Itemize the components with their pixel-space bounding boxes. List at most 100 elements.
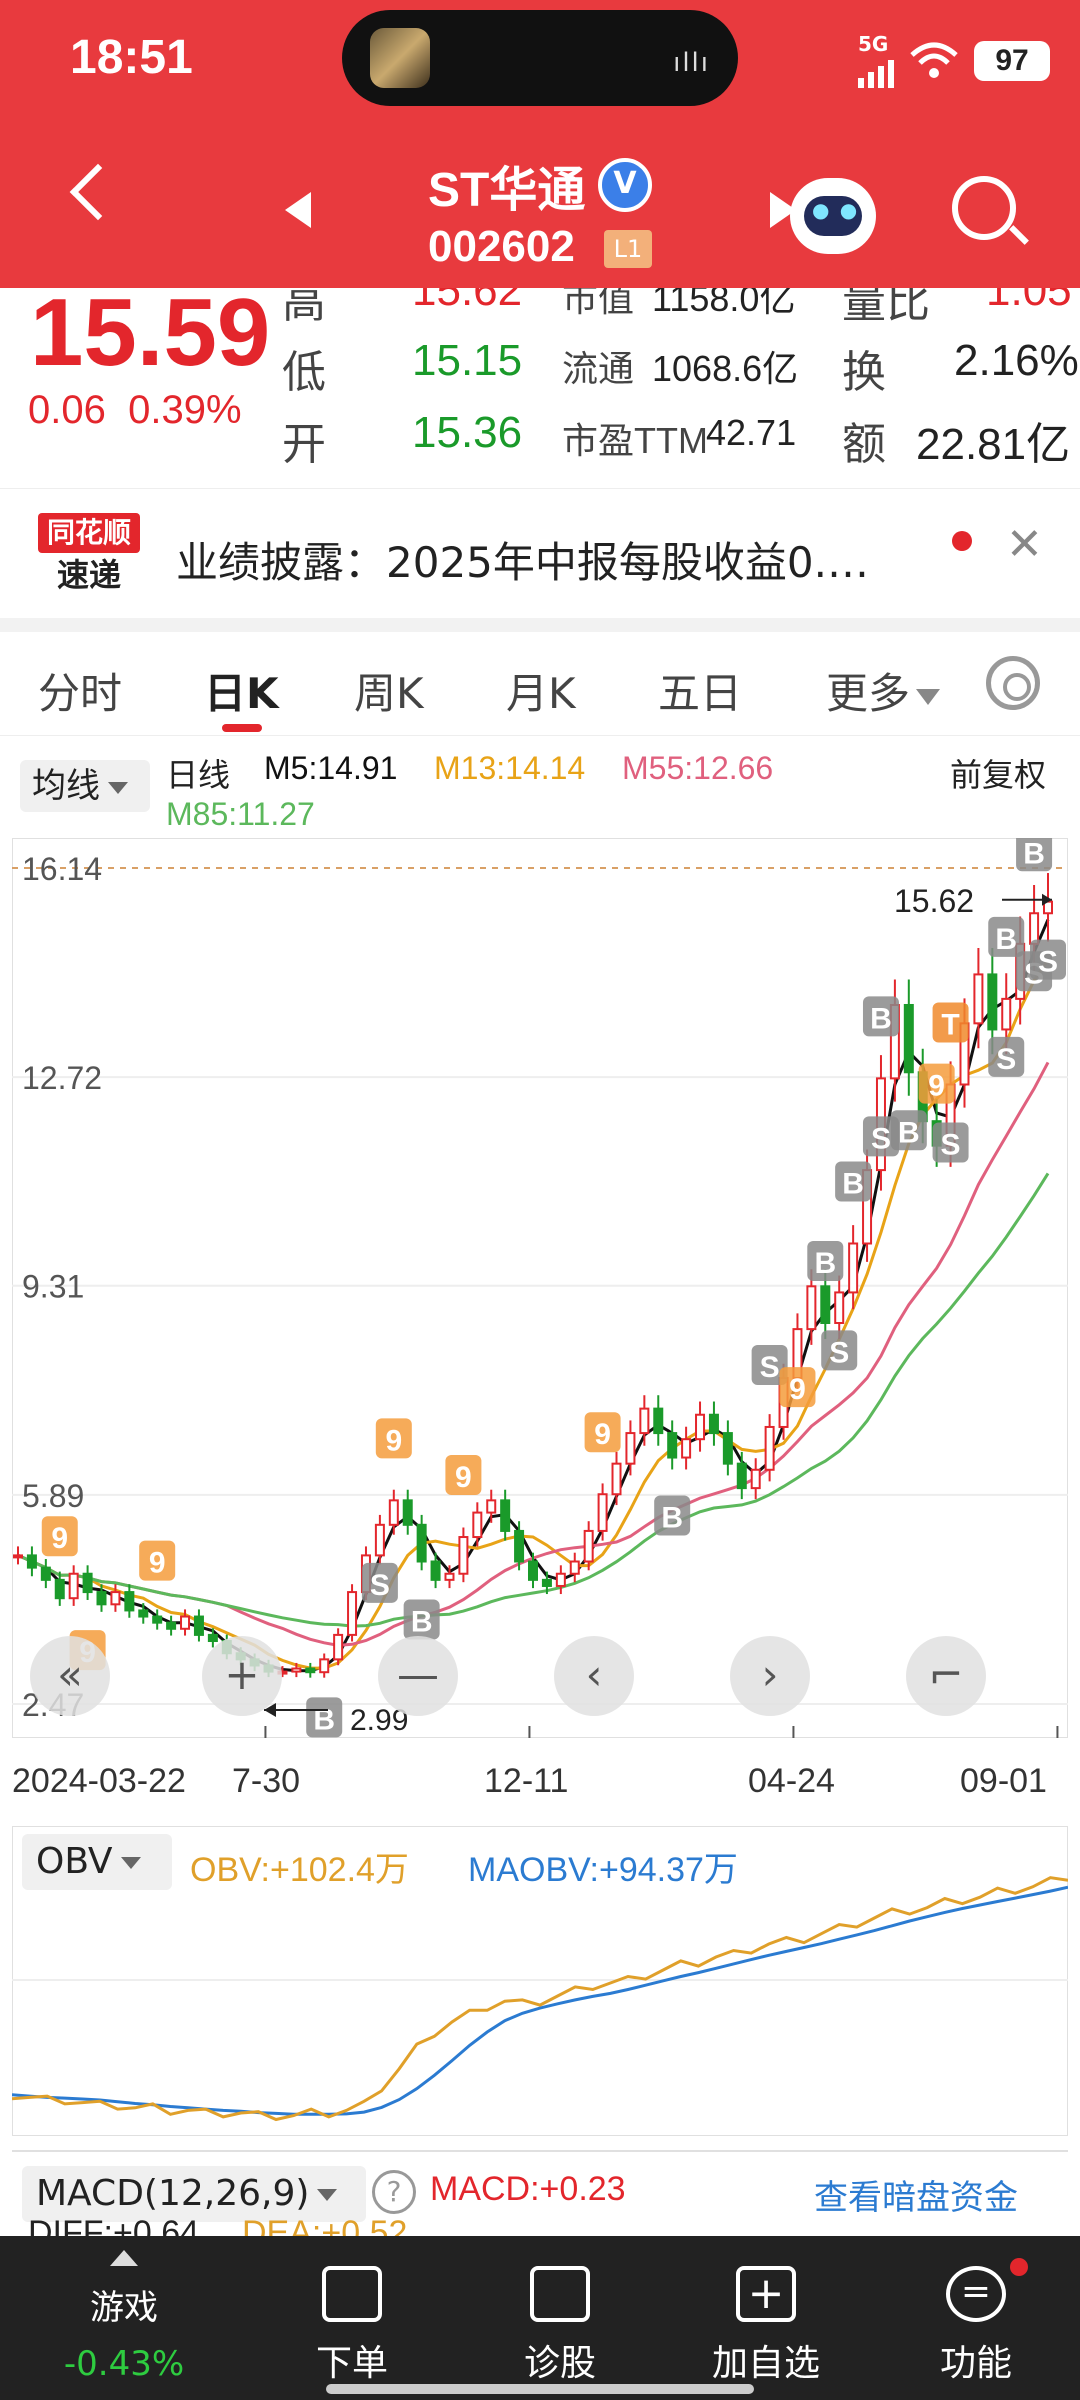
vol-ratio-label: 量比 (842, 288, 930, 327)
back-icon[interactable] (69, 163, 127, 221)
verified-icon[interactable]: V (598, 158, 652, 212)
signal-text: 9 (594, 1418, 611, 1451)
nav-add-watchlist[interactable]: + 加自选 (676, 2236, 856, 2400)
current-price: 15.59 (30, 288, 271, 386)
candle-body (13, 1554, 23, 1559)
candle-body (681, 1438, 692, 1459)
float-value: 1068.6亿 (652, 348, 799, 389)
candle-body (695, 1413, 706, 1441)
adjust-mode[interactable]: 前复权 (950, 750, 1046, 796)
chevron-right-icon[interactable]: › (730, 1636, 810, 1716)
candle-body (708, 1413, 719, 1435)
nav-diagnose[interactable]: 诊股 (470, 2236, 650, 2400)
zoom-out-icon[interactable]: — (378, 1636, 458, 1716)
candle-body (528, 1560, 538, 1581)
prev-stock-icon[interactable] (285, 192, 311, 228)
signal-text: S (941, 1128, 961, 1161)
search-icon[interactable] (952, 176, 1016, 240)
unread-dot (952, 531, 972, 551)
dark-pool-link[interactable]: 查看暗盘资金 (814, 2170, 1018, 2219)
candlestick-chart[interactable]: 999S9B9B9BS9BSBSBB9STSBSBS 16.1412.729.3… (12, 838, 1068, 1738)
news-ticker[interactable]: 同花顺 速递 业绩披露：2025年中报每股收益0.… ✕ (0, 488, 1080, 618)
tab-daily-k[interactable]: 日K (204, 660, 279, 721)
ths-express-logo: 同花顺 速递 (38, 513, 140, 595)
close-icon[interactable]: ✕ (1006, 519, 1043, 570)
nav-order[interactable]: 下单 (262, 2236, 442, 2400)
y-tick: 9.31 (22, 1269, 84, 1305)
candle-body (848, 1242, 859, 1294)
candle-body (374, 1523, 385, 1557)
home-indicator[interactable] (326, 2384, 754, 2394)
indicator-selector-ma[interactable]: 均线 (20, 760, 150, 812)
tab-more[interactable]: 更多 (826, 660, 941, 721)
tab-weekly-k[interactable]: 周K (354, 660, 424, 721)
help-icon[interactable]: ? (372, 2170, 416, 2214)
nav-functions[interactable]: = 功能 (886, 2236, 1066, 2400)
vol-ratio-value: 1.05 (986, 288, 1072, 315)
candle-body (54, 1578, 65, 1600)
candle-body (110, 1591, 121, 1606)
candle-body (291, 1667, 302, 1673)
audio-wave-icon: ıllı (673, 48, 710, 78)
candle-body (166, 1621, 177, 1630)
candle-body (750, 1468, 761, 1490)
candle-body (333, 1633, 344, 1661)
candle-body (124, 1591, 135, 1612)
zoom-in-icon[interactable]: + (202, 1636, 282, 1716)
signal-text: 9 (149, 1547, 166, 1580)
tab-monthly-k[interactable]: 月K (506, 660, 576, 721)
game-pct: -0.43% (63, 2344, 185, 2384)
fullscreen-icon[interactable]: ⌐ (906, 1636, 986, 1716)
low-label: 低 (282, 348, 326, 397)
pe-label: 市盈TTM (562, 420, 708, 461)
game-app-icon[interactable] (370, 28, 430, 88)
status-time: 18:51 (70, 31, 193, 84)
candle-body (138, 1609, 149, 1618)
robot-assistant-icon[interactable] (790, 178, 876, 254)
level-badge[interactable]: L1 (604, 230, 652, 268)
candle-body (903, 1003, 914, 1074)
dynamic-island[interactable]: ıllı (342, 10, 738, 106)
menu-icon: = (946, 2266, 1006, 2322)
candle-body (653, 1407, 664, 1435)
candle-body (472, 1511, 483, 1539)
candle-body (597, 1493, 608, 1532)
candle-body (26, 1554, 37, 1569)
candle-body (569, 1560, 580, 1575)
candle-body (834, 1291, 845, 1324)
candle-body (611, 1462, 622, 1496)
news-headline[interactable]: 业绩披露：2025年中报每股收益0.… (176, 529, 869, 590)
candle-body (639, 1407, 650, 1435)
app-header: 18:51 ıllı 5G 97 ST华通 V 002602 L1 (0, 0, 1080, 288)
tab-five-day[interactable]: 五日 (658, 660, 742, 721)
macd-panel: MACD(12,26,9) ? MACD:+0.23 查看暗盘资金 DIFF:+… (12, 2150, 1068, 2236)
chart-settings-icon[interactable] (986, 656, 1040, 710)
candle-body (68, 1572, 79, 1600)
diff-value: DIFF:+0.64 (28, 2214, 200, 2236)
candle-body (541, 1578, 552, 1587)
nav-game[interactable]: 游戏 -0.43% (34, 2236, 214, 2400)
candle-body (806, 1285, 817, 1331)
chevron-left-icon[interactable]: ‹ (554, 1636, 634, 1716)
stock-name: ST华通 (428, 164, 586, 217)
diagnose-icon (530, 2266, 590, 2322)
dea-value: DEA:+0.52 (242, 2214, 408, 2236)
candle-body (430, 1560, 441, 1581)
candle-body (973, 973, 984, 1025)
pe-value: 42.71 (706, 412, 797, 453)
candle-body (667, 1432, 678, 1459)
amount-label: 额 (842, 420, 886, 469)
candle-body (987, 973, 998, 1031)
candle-body (500, 1499, 511, 1532)
rewind-icon[interactable]: « (30, 1636, 110, 1716)
candle-body (736, 1462, 747, 1490)
signal-text: S (370, 1569, 390, 1602)
candle-body (820, 1285, 831, 1324)
signal-text: 9 (51, 1522, 68, 1555)
quote-panel: 15.59 0.06 0.39% 高 15.62 低 15.15 开 15.36… (0, 288, 1080, 488)
tab-timeshare[interactable]: 分时 (38, 660, 122, 721)
candle-body (305, 1667, 316, 1674)
indicator-selector-obv[interactable]: OBV (22, 1834, 172, 1890)
signal-text: S (871, 1122, 891, 1155)
active-tab-indicator (222, 724, 262, 732)
